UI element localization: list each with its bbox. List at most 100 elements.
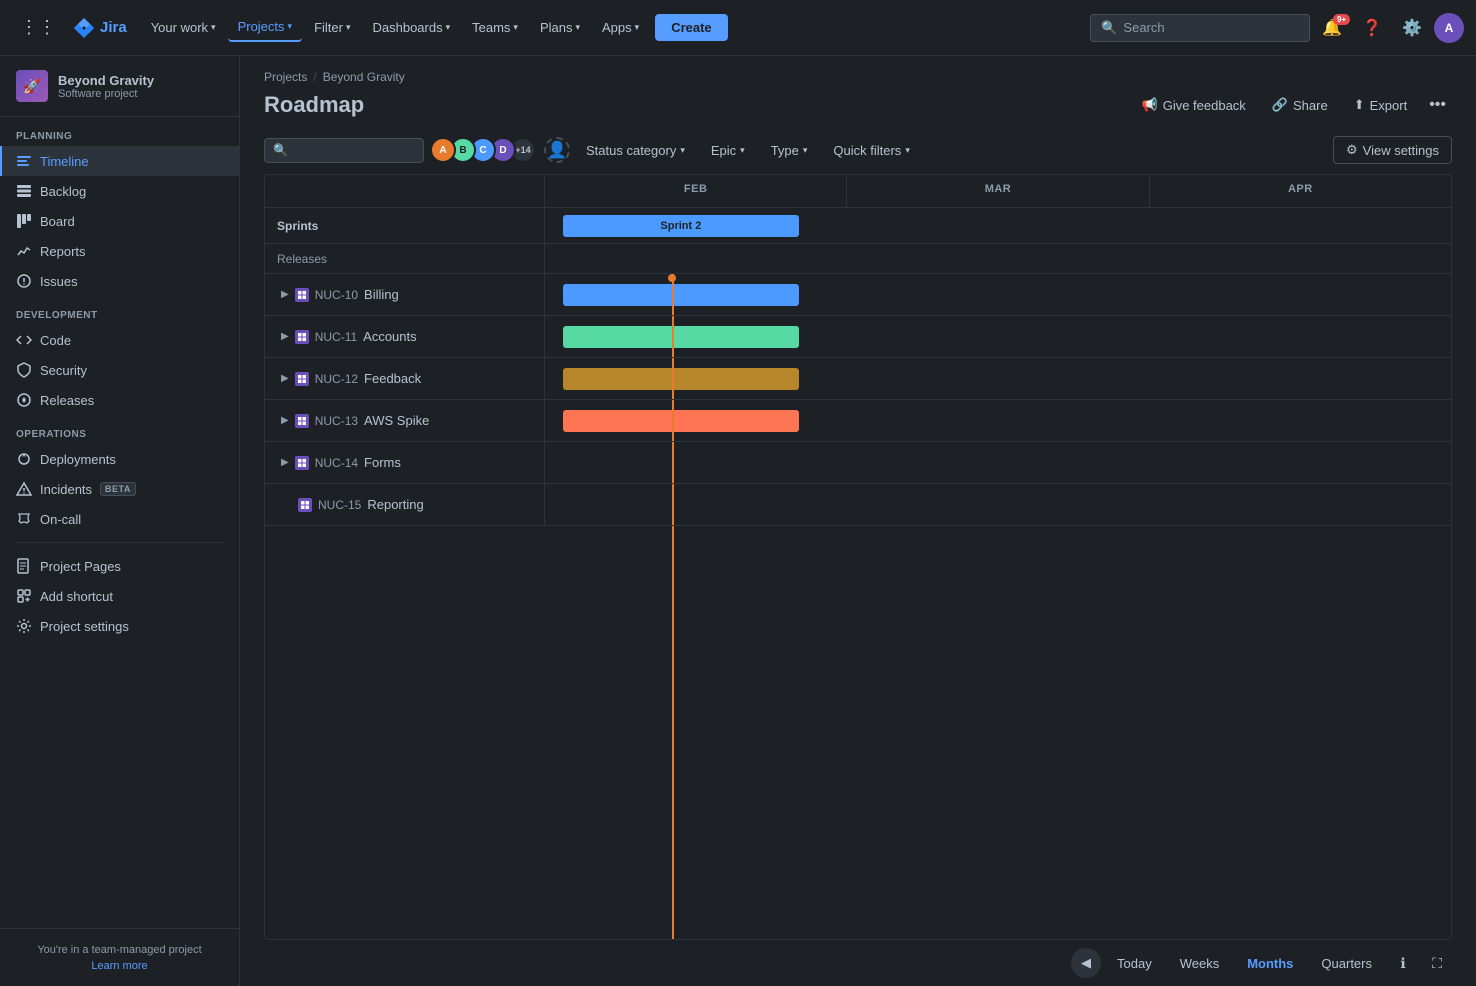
issue-title: Forms [364, 455, 401, 470]
project-header[interactable]: 🚀 Beyond Gravity Software project [0, 56, 239, 117]
user-avatar[interactable]: A [1434, 13, 1464, 43]
help-btn[interactable]: ❓ [1354, 12, 1390, 44]
nav-item-your-work[interactable]: Your work ▾ [141, 14, 226, 41]
breadcrumb-projects[interactable]: Projects [264, 70, 307, 84]
gantt-bar-nuc13[interactable] [563, 410, 799, 432]
nav-item-filter[interactable]: Filter ▾ [304, 14, 360, 41]
notifications-btn[interactable]: 🔔 9+ [1314, 12, 1350, 44]
type-filter[interactable]: Type ▾ [761, 138, 818, 163]
empty-space [265, 526, 1451, 939]
sidebar-item-project-settings[interactable]: Project settings [0, 611, 239, 641]
time-indicator-ref5 [672, 484, 674, 525]
sidebar-item-security[interactable]: Security [0, 355, 239, 385]
issue-cell[interactable]: ▶ NUC-13 AWS Spike [265, 400, 545, 441]
project-type: Software project [58, 88, 154, 100]
jira-logo-icon [74, 18, 94, 38]
issue-type-icon [295, 414, 309, 428]
expand-icon[interactable]: ▶ [281, 331, 289, 342]
team-managed-text: You're in a team-managed project [16, 943, 223, 958]
table-row: NUC-15 Reporting [265, 484, 1451, 526]
learn-more-link[interactable]: Learn more [16, 960, 223, 972]
issue-bar-area [545, 484, 1451, 525]
gantt-bar-nuc11[interactable] [563, 326, 799, 348]
issue-key: NUC-12 [315, 372, 358, 386]
weeks-btn[interactable]: Weeks [1168, 951, 1232, 976]
sidebar-item-project-pages[interactable]: Project Pages [0, 551, 239, 581]
issue-col-header [265, 175, 545, 207]
oncall-icon [16, 511, 32, 527]
nav-item-projects[interactable]: Projects ▾ [228, 13, 303, 42]
expand-btn[interactable]: ⛶ [1422, 948, 1452, 978]
releases-row: Releases [265, 244, 1451, 274]
give-feedback-btn[interactable]: 📢 Give feedback [1132, 92, 1256, 118]
sidebar-item-issues[interactable]: Issues [0, 266, 239, 296]
issue-cell[interactable]: ▶ NUC-12 Feedback [265, 358, 545, 399]
sidebar-item-timeline[interactable]: Timeline [0, 146, 239, 176]
feedback-icon: 📢 [1142, 97, 1158, 113]
quick-filters[interactable]: Quick filters ▾ [823, 138, 919, 163]
toolbar: 🔍 A B C D +14 👤 Status category ▾ Epic ▾ [240, 130, 1476, 174]
sidebar-item-oncall[interactable]: On-call [0, 504, 239, 534]
nav-item-apps[interactable]: Apps ▾ [592, 14, 649, 41]
sidebar-item-releases[interactable]: Releases [0, 385, 239, 415]
search-icon: 🔍 [1101, 20, 1117, 36]
nav-item-teams[interactable]: Teams ▾ [462, 14, 528, 41]
project-pages-icon [16, 558, 32, 574]
search-filter-box[interactable]: 🔍 [264, 138, 424, 163]
section-label-planning: PLANNING [0, 117, 239, 146]
gantt-bar-nuc10[interactable] [563, 284, 799, 306]
add-shortcut-icon [16, 588, 32, 604]
invite-people-btn[interactable]: 👤 [544, 137, 570, 163]
breadcrumb-project-name[interactable]: Beyond Gravity [323, 70, 405, 84]
expand-icon[interactable]: ▶ [281, 289, 289, 300]
filter-search-input[interactable] [294, 143, 404, 158]
export-btn[interactable]: ⬆ Export [1344, 92, 1417, 118]
sidebar-item-deployments[interactable]: Deployments [0, 444, 239, 474]
search-box[interactable]: 🔍 Search [1090, 14, 1310, 42]
today-btn[interactable]: Today [1105, 951, 1164, 976]
incidents-icon [16, 481, 32, 497]
create-button[interactable]: Create [655, 14, 727, 41]
sprint-row: Sprints Sprint 2 [265, 208, 1451, 244]
expand-icon[interactable]: ▶ [281, 415, 289, 426]
backlog-icon [16, 183, 32, 199]
avatar-1[interactable]: A [430, 137, 456, 163]
settings-btn[interactable]: ⚙️ [1394, 12, 1430, 44]
gantt-bar-nuc12[interactable] [563, 368, 799, 390]
share-btn[interactable]: 🔗 Share [1262, 92, 1338, 118]
nav-item-plans[interactable]: Plans ▾ [530, 14, 590, 41]
issue-type-icon [298, 498, 312, 512]
project-pages-label: Project Pages [40, 559, 121, 574]
issue-cell[interactable]: ▶ NUC-14 Forms [265, 442, 545, 483]
expand-icon[interactable]: ▶ [281, 373, 289, 384]
jira-logo[interactable]: Jira [66, 18, 135, 38]
apps-grid-btn[interactable]: ⋮⋮ [12, 11, 64, 44]
epic-filter[interactable]: Epic ▾ [701, 138, 755, 163]
sidebar-item-board[interactable]: Board [0, 206, 239, 236]
sidebar-item-reports[interactable]: Reports [0, 236, 239, 266]
quarters-btn[interactable]: Quarters [1309, 951, 1384, 976]
sidebar-item-add-shortcut[interactable]: Add shortcut [0, 581, 239, 611]
sidebar-item-incidents[interactable]: Incidents BETA [0, 474, 239, 504]
time-indicator-ref4 [672, 442, 674, 483]
months-btn[interactable]: Months [1235, 951, 1305, 976]
status-category-filter[interactable]: Status category ▾ [576, 138, 695, 163]
sprint-timeline: Sprint 2 [545, 208, 1451, 243]
issue-title: Billing [364, 287, 399, 302]
breadcrumb: Projects / Beyond Gravity [240, 56, 1476, 88]
project-settings-label: Project settings [40, 619, 129, 634]
month-headers: FEB MAR APR [265, 175, 1451, 208]
issue-cell[interactable]: ▶ NUC-11 Accounts [265, 316, 545, 357]
incidents-label: Incidents [40, 482, 92, 497]
sprint-bar[interactable]: Sprint 2 [563, 215, 799, 237]
more-actions-btn[interactable]: ••• [1423, 92, 1452, 118]
scroll-left-btn[interactable]: ◀ [1071, 948, 1101, 978]
sidebar-item-code[interactable]: Code [0, 325, 239, 355]
view-settings-btn[interactable]: ⚙ View settings [1333, 136, 1452, 164]
sidebar-item-backlog[interactable]: Backlog [0, 176, 239, 206]
expand-icon[interactable]: ▶ [281, 457, 289, 468]
info-btn[interactable]: ℹ [1388, 948, 1418, 978]
issue-cell[interactable]: NUC-15 Reporting [265, 484, 545, 525]
issue-cell[interactable]: ▶ NUC-10 Billing [265, 274, 545, 315]
nav-item-dashboards[interactable]: Dashboards ▾ [362, 14, 460, 41]
